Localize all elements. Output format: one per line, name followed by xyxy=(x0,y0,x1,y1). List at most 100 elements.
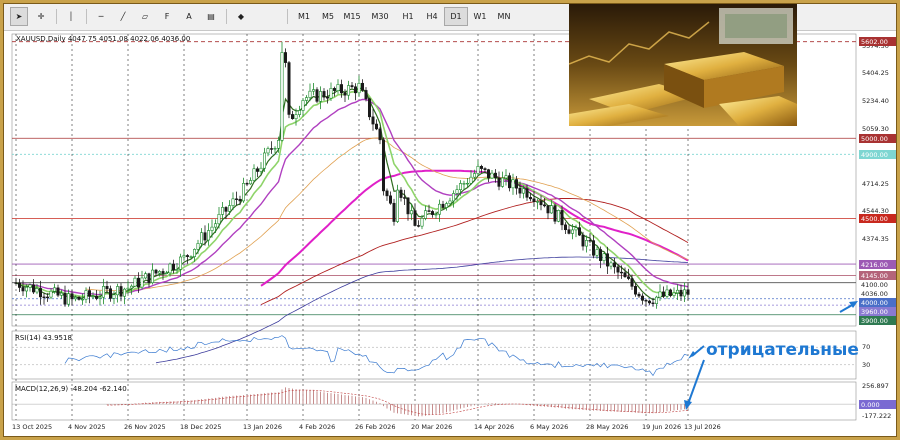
candle-body xyxy=(42,296,46,298)
candle-body xyxy=(434,213,438,216)
candle-body xyxy=(221,207,225,215)
candle-body xyxy=(556,210,560,222)
candle-body xyxy=(364,90,368,100)
candle-body xyxy=(266,148,270,154)
candle-body xyxy=(399,189,403,198)
candle-body xyxy=(287,62,291,115)
candle-body xyxy=(346,85,350,96)
candle-body xyxy=(154,269,158,274)
candle-body xyxy=(130,285,134,289)
date-tick-label: 18 Dec 2025 xyxy=(180,423,222,431)
candle-body xyxy=(588,240,592,242)
candle-body xyxy=(336,84,340,91)
candle-body xyxy=(151,269,155,284)
candle-body xyxy=(231,198,235,206)
candle-body xyxy=(612,262,616,268)
candle-body xyxy=(469,176,473,184)
candle-body xyxy=(353,86,357,94)
candle-body xyxy=(28,284,32,288)
candle-body xyxy=(472,173,476,178)
candle-body xyxy=(672,292,676,296)
candle-body xyxy=(283,52,287,63)
candle-body xyxy=(458,183,462,190)
candle-body xyxy=(193,249,197,257)
candle-body xyxy=(609,262,613,267)
candle-body xyxy=(18,282,22,288)
candle-body xyxy=(511,179,515,189)
candle-body xyxy=(56,287,60,296)
candle-body xyxy=(395,189,399,222)
candle-body xyxy=(235,198,239,200)
candle-body xyxy=(595,249,599,256)
candle-body xyxy=(186,255,190,257)
gold-bars-image xyxy=(569,4,797,126)
price-level-label: 4216.00 xyxy=(859,259,896,269)
candle-body xyxy=(626,276,630,279)
candle-body xyxy=(675,289,679,294)
price-level-label: 4900.00 xyxy=(859,149,896,159)
candle-body xyxy=(228,205,232,212)
candle-body xyxy=(172,263,176,270)
candle-body xyxy=(602,253,606,261)
candle-body xyxy=(668,289,672,296)
date-tick-label: 28 May 2026 xyxy=(586,423,629,431)
candle-body xyxy=(619,271,623,274)
price-tick-label: 4714.25 xyxy=(862,180,889,189)
macd-tick-label: -177.222 xyxy=(862,412,892,420)
candle-body xyxy=(88,290,92,297)
candle-body xyxy=(455,189,459,194)
candle-body xyxy=(63,292,67,305)
candle-body xyxy=(497,177,501,187)
candle-body xyxy=(38,288,42,298)
price-level-label: 4145.00 xyxy=(859,270,896,280)
candle-body xyxy=(350,85,354,88)
candle-body xyxy=(112,294,116,299)
candle-body xyxy=(357,82,361,94)
candle-body xyxy=(437,203,441,215)
candle-body xyxy=(584,240,588,247)
price-level-label: 3960.00 xyxy=(859,306,896,316)
rsi-label: RSI(14) 43.9518 xyxy=(15,334,72,342)
candle-body xyxy=(290,114,294,120)
candle-body xyxy=(214,223,218,228)
macd-tick-label: 256.897 xyxy=(862,382,889,390)
candle-body xyxy=(252,168,256,181)
candle-body xyxy=(686,289,690,295)
candle-body xyxy=(563,224,567,231)
candle-body xyxy=(413,210,417,226)
date-tick-label: 26 Feb 2026 xyxy=(355,423,396,431)
candle-body xyxy=(91,295,95,298)
candle-body xyxy=(371,116,375,125)
candle-body xyxy=(381,139,385,192)
date-tick-label: 13 Oct 2025 xyxy=(12,423,53,431)
candle-body xyxy=(31,284,35,293)
candle-body xyxy=(74,297,78,300)
candle-body xyxy=(448,200,452,204)
candle-body xyxy=(623,272,627,278)
date-tick-label: 19 Jun 2026 xyxy=(642,423,682,431)
candle-body xyxy=(45,296,49,299)
candle-body xyxy=(311,89,315,92)
candle-body xyxy=(504,175,508,179)
price-level-label: 4500.00 xyxy=(859,214,896,223)
macd-zero-label: 0.000 xyxy=(859,399,896,409)
price-level-label: 3900.00 xyxy=(859,315,896,325)
candle-body xyxy=(388,195,392,204)
candle-body xyxy=(427,210,431,212)
candle-body xyxy=(430,211,434,215)
candle-body xyxy=(102,286,106,298)
candle-body xyxy=(137,277,141,288)
candle-body xyxy=(465,182,469,185)
candle-body xyxy=(476,166,480,174)
candle-body xyxy=(196,243,200,250)
candle-body xyxy=(374,123,378,130)
candle-body xyxy=(605,253,609,267)
candle-body xyxy=(661,291,665,297)
candle-body xyxy=(598,249,602,261)
rsi-tick-label: 30 xyxy=(862,360,871,369)
candle-body xyxy=(24,286,28,292)
candle-body xyxy=(269,148,273,150)
candle-body xyxy=(514,179,518,189)
candle-body xyxy=(168,263,172,274)
candle-body xyxy=(493,172,497,179)
